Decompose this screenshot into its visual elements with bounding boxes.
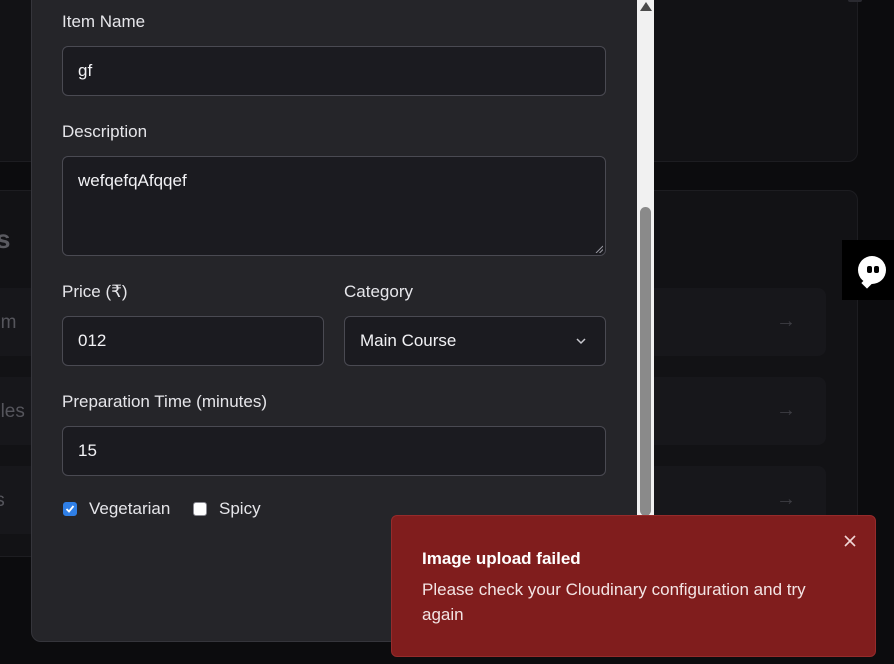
scroll-up-arrow-icon[interactable] [640,2,652,11]
description-textarea[interactable]: wefqefqAfqqef [62,156,606,256]
chevron-down-icon [576,338,586,345]
chat-widget-icon [858,256,886,284]
price-value: 012 [78,331,107,350]
prep-time-input[interactable]: 15 [62,426,606,476]
check-icon [65,505,75,513]
modal-scrollbar[interactable] [637,0,654,516]
spicy-checkbox[interactable] [193,502,207,516]
spicy-checkbox-row[interactable]: Spicy [193,499,261,519]
vegetarian-label: Vegetarian [89,499,171,518]
scrollbar-thumb[interactable] [640,207,651,516]
item-name-input[interactable]: gf [62,46,606,96]
description-value: wefqefqAfqqef [78,171,187,190]
toast-title: Image upload failed [422,549,581,568]
item-name-value: gf [78,61,93,80]
background-corner-control [848,0,862,2]
price-label: Price (₹) [62,282,128,301]
toast-message: Please check your Cloudinary configurati… [422,580,806,624]
arrow-right-icon: → [776,399,796,421]
vegetarian-checkbox-row[interactable]: Vegetarian [63,499,170,519]
arrow-right-icon: → [776,488,796,510]
error-toast: Image upload failed Please check your Cl… [391,515,876,657]
vegetarian-checkbox[interactable] [63,502,77,516]
background-section-heading: s [0,224,11,254]
item-name-label: Item Name [62,12,146,31]
chat-widget-button[interactable] [842,240,894,300]
chat-eye-left [867,266,872,273]
spicy-label: Spicy [219,499,261,518]
category-selected-value: Main Course [360,331,457,350]
description-label: Description [62,122,148,141]
prep-time-value: 15 [78,441,97,460]
background-row-label: em [0,312,17,333]
category-label: Category [344,282,413,301]
background-row-label: bles [0,401,25,422]
category-select[interactable]: Main Course [344,316,606,366]
prep-time-label: Preparation Time (minutes) [62,392,268,411]
resize-handle-icon[interactable] [595,245,603,253]
chat-eye-right [874,266,879,273]
arrow-right-icon: → [776,310,796,332]
close-icon[interactable] [843,534,857,548]
background-row-label: ts [0,490,5,511]
price-input[interactable]: 012 [62,316,324,366]
